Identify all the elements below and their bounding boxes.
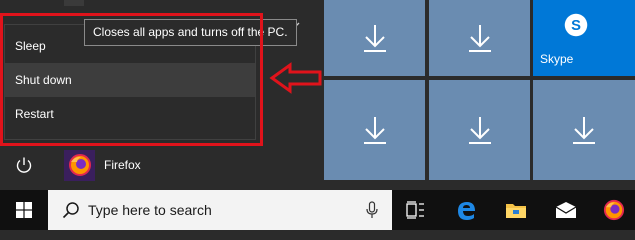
- tile-skype-label: Skype: [540, 52, 574, 66]
- file-explorer-icon: [506, 204, 526, 218]
- download-arrow-icon: [468, 117, 491, 144]
- svg-text:S: S: [571, 18, 581, 34]
- download-arrow-icon: [363, 25, 386, 52]
- skype-icon: S: [564, 13, 588, 37]
- firefox-icon: [64, 149, 95, 181]
- edge-icon: [458, 202, 475, 220]
- search-placeholder: Type here to search: [88, 202, 212, 218]
- tile-download-5[interactable]: [533, 80, 635, 180]
- app-label-firefox: Firefox: [104, 158, 141, 172]
- download-arrow-icon: [468, 25, 491, 52]
- taskbar-search-box[interactable]: Type here to search: [48, 190, 392, 230]
- tile-download-2[interactable]: [429, 0, 530, 76]
- task-view-button[interactable]: [392, 190, 440, 230]
- microphone-icon[interactable]: [366, 201, 378, 219]
- search-icon: [62, 202, 79, 219]
- task-view-icon: [406, 201, 424, 219]
- power-icon[interactable]: [15, 156, 33, 174]
- mail-icon: [555, 202, 577, 218]
- tile-download-4[interactable]: [429, 80, 530, 180]
- tile-download-1[interactable]: [324, 0, 425, 76]
- annotation-highlight-box: [0, 13, 263, 146]
- firefox-icon: [603, 199, 625, 221]
- start-button[interactable]: [0, 190, 48, 230]
- download-arrow-icon: [573, 117, 595, 144]
- tile-skype[interactable]: S Skype: [533, 0, 635, 76]
- tile-download-3[interactable]: [324, 80, 425, 180]
- annotation-arrow-icon: [269, 62, 322, 94]
- taskbar-edge[interactable]: [442, 190, 490, 230]
- app-list-fragment: [64, 0, 84, 6]
- download-arrow-icon: [363, 117, 386, 144]
- taskbar-mail[interactable]: [542, 190, 590, 230]
- taskbar-firefox[interactable]: [590, 190, 635, 230]
- windows-start-icon: [16, 202, 32, 218]
- app-list-item-firefox[interactable]: Firefox: [64, 149, 141, 181]
- taskbar-file-explorer[interactable]: [492, 190, 540, 230]
- taskbar: Type here to search: [0, 190, 635, 230]
